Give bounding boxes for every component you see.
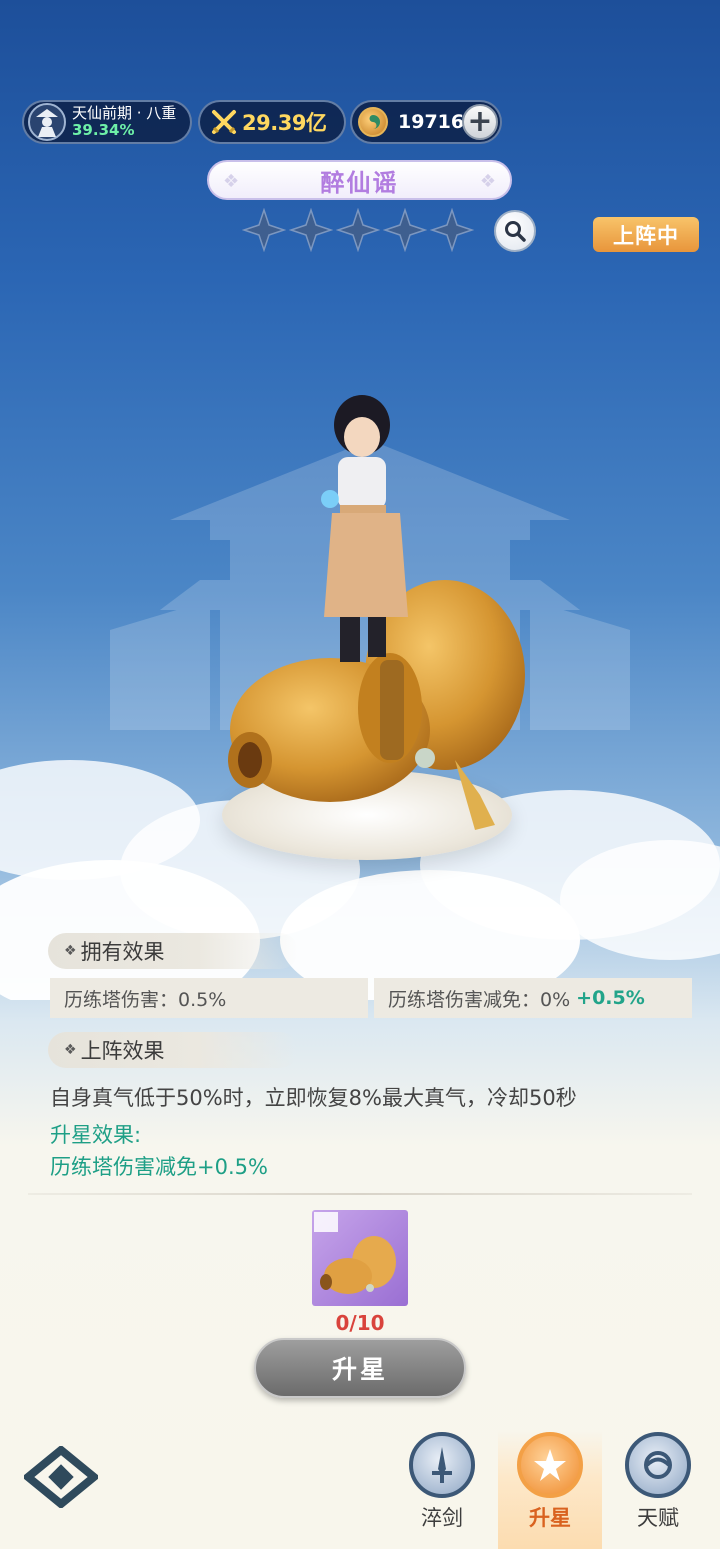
crossed-swords-icon: [212, 110, 236, 134]
currency-display: 19716 +: [350, 100, 502, 144]
star-empty-icon: [242, 208, 286, 252]
diamond-deco-icon: ❖: [223, 171, 240, 192]
preview-button[interactable]: [494, 210, 536, 252]
star-up-button[interactable]: 升星: [254, 1338, 466, 1398]
stat-tower-damage-reduction: 历练塔伤害减免：0% +0.5%: [374, 978, 692, 1018]
combat-power-value: 29.39亿: [242, 111, 327, 135]
star-upgrade-effect-desc: 历练塔伤害减免+0.5%: [50, 1155, 268, 1179]
diamond-bullet-icon: ❖: [64, 1042, 77, 1058]
menu-button[interactable]: [21, 1444, 101, 1510]
rank-name: 天仙前期 · 八重: [72, 104, 177, 122]
add-currency-button[interactable]: +: [462, 104, 498, 140]
deploy-effect-title: ❖ 上阵效果: [48, 1032, 298, 1068]
menu-diamond-icon: [21, 1444, 101, 1510]
scene-background: [0, 0, 720, 1000]
item-name: 醉仙谣: [320, 168, 399, 197]
tab-talent[interactable]: 天赋: [606, 1430, 710, 1549]
item-name-plate: ❖ 醉仙谣 ❖: [207, 160, 512, 200]
star-empty-icon: [383, 208, 427, 252]
fragment-count: 0/10: [335, 1311, 385, 1335]
star-upgrade-effect-title: 升星效果:: [50, 1123, 142, 1147]
star-up-icon: [517, 1432, 583, 1498]
magnifier-icon: [505, 221, 526, 242]
character-image: [321, 395, 408, 662]
stat-bonus: +0.5%: [576, 987, 645, 1009]
star-rating: [242, 208, 474, 252]
divider: [28, 1193, 692, 1195]
cultivator-avatar-icon: [28, 103, 66, 141]
star-empty-icon: [430, 208, 474, 252]
sword-icon: [409, 1432, 475, 1498]
owned-effect-title: ❖ 拥有效果: [48, 933, 298, 969]
deploy-effect-description: 自身真气低于50%时，立即恢复8%最大真气，冷却50秒: [50, 1086, 577, 1110]
stat-tower-damage: 历练塔伤害：0.5%: [50, 978, 368, 1018]
combat-power: 29.39亿: [198, 100, 346, 144]
tab-temper-sword[interactable]: 淬剑: [390, 1430, 494, 1549]
rank-progress: 39.34%: [72, 121, 135, 139]
star-empty-icon: [336, 208, 380, 252]
diamond-deco-icon: ❖: [479, 171, 496, 192]
puzzle-piece-icon: [314, 1212, 338, 1232]
talent-swirl-icon: [625, 1432, 691, 1498]
gourd-fragment-item[interactable]: [312, 1210, 408, 1306]
tab-star-up[interactable]: 升星: [498, 1430, 602, 1549]
diamond-bullet-icon: ❖: [64, 943, 77, 959]
star-empty-icon: [289, 208, 333, 252]
cultivation-rank[interactable]: 天仙前期 · 八重 39.34%: [22, 100, 192, 144]
deployed-status-badge: 上阵中: [593, 217, 699, 252]
currency-amount: 19716: [398, 111, 465, 133]
spirit-stone-icon: [358, 107, 388, 137]
